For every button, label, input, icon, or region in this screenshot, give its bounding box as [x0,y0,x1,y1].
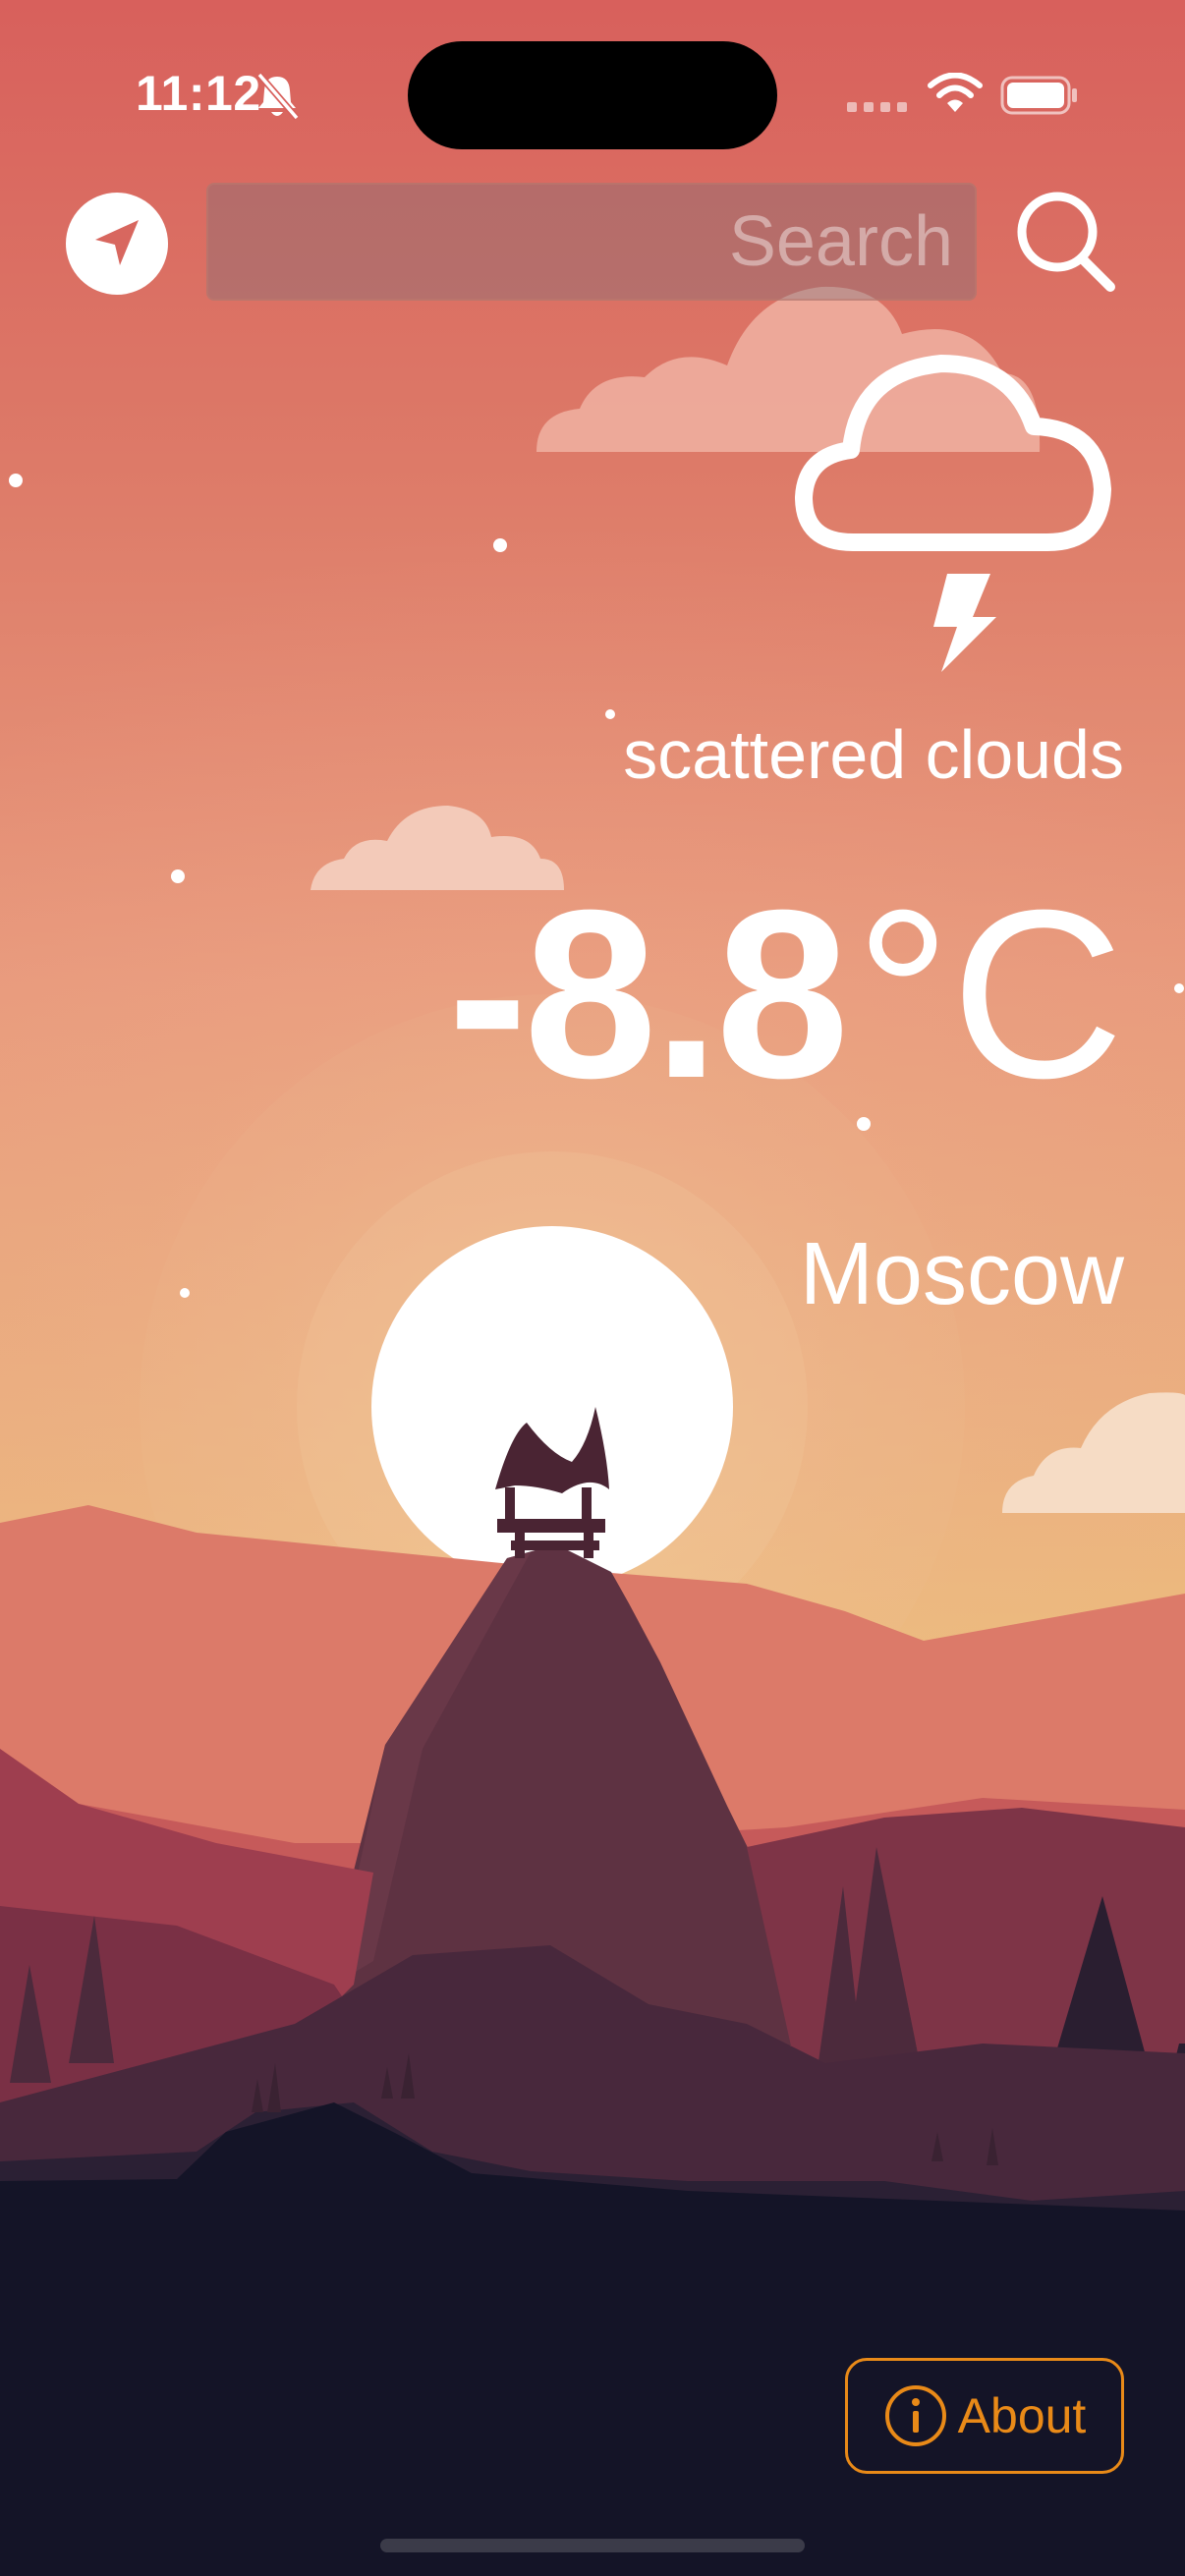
info-circle-icon [884,2385,946,2446]
weather-screen: 11:12 scattered c [0,0,1185,2576]
battery-icon [1000,76,1077,115]
wifi-icon [928,73,983,112]
city-name: Moscow [799,1225,1124,1323]
bell-slash-icon [256,72,300,121]
location-arrow-icon [95,220,139,265]
about-label: About [957,2388,1087,2443]
search-input[interactable] [206,183,977,301]
temperature: -8.8°C [448,874,1124,1114]
about-button[interactable]: About [845,2358,1124,2474]
status-time: 11:12 [136,66,261,121]
weather-condition: scattered clouds [623,716,1124,793]
magnifying-glass-icon[interactable] [1012,187,1120,297]
cellular-signal-icon [847,102,907,112]
temperature-unit: °C [855,860,1124,1128]
dynamic-island [408,41,777,149]
home-indicator [380,2539,805,2552]
cloud-bolt-icon [795,355,1111,672]
location-button[interactable] [66,193,168,295]
temperature-value: -8.8 [447,860,849,1128]
